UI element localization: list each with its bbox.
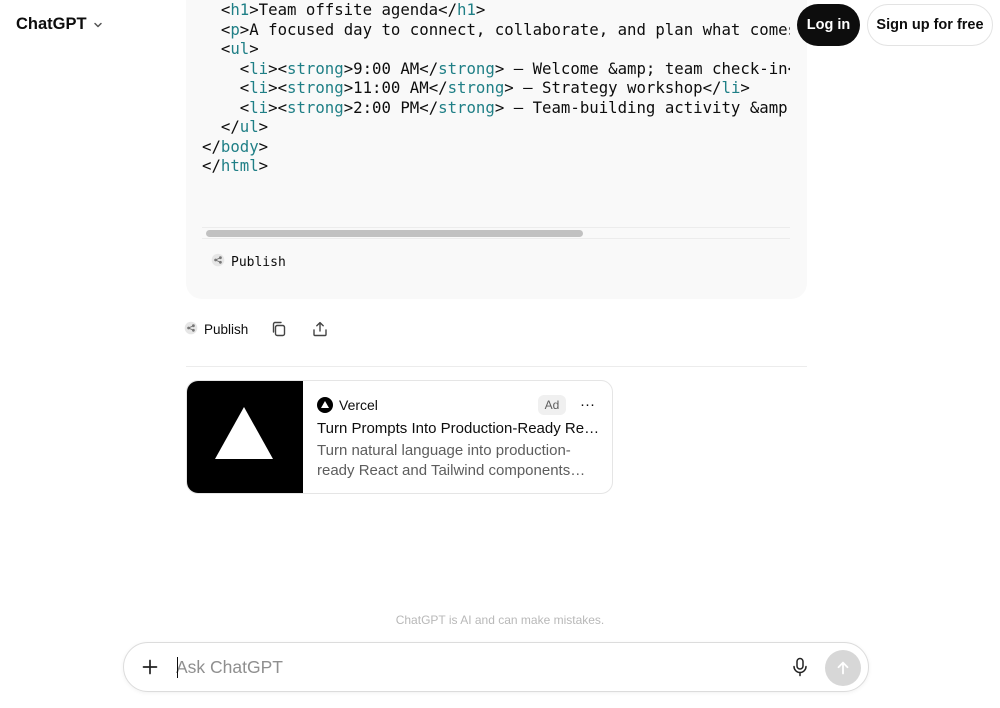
code-publish-label: Publish <box>231 254 286 270</box>
plus-icon[interactable] <box>140 657 160 677</box>
code-line: <li><strong>9:00 AM</strong> — Welcome &… <box>202 58 790 78</box>
send-button[interactable] <box>825 650 861 686</box>
horizontal-scrollbar[interactable] <box>202 227 790 239</box>
code-publish-button[interactable]: Publish <box>211 253 286 271</box>
publish-button[interactable]: Publish <box>184 321 248 338</box>
top-bar: ChatGPT Log in Sign up for free <box>0 0 1000 50</box>
chevron-down-icon <box>92 19 104 31</box>
ad-advertiser[interactable]: Vercel <box>317 397 378 413</box>
ad-badge: Ad <box>538 395 566 415</box>
brand-label: ChatGPT <box>16 15 87 33</box>
more-options-icon[interactable]: ··· <box>580 395 595 415</box>
code-line: </ul> <box>202 117 269 136</box>
sign-up-button[interactable]: Sign up for free <box>867 4 993 46</box>
code-line: <li><strong>2:00 PM</strong> — Team-buil… <box>202 97 790 117</box>
code-line: </body> <box>202 136 269 156</box>
prompt-input[interactable] <box>176 655 776 679</box>
disclaimer: ChatGPT is AI and can make mistakes. <box>395 613 605 627</box>
log-in-button[interactable]: Log in <box>797 4 860 46</box>
ad-advertiser-name: Vercel <box>339 397 378 413</box>
ad-image[interactable] <box>187 381 303 493</box>
vercel-logo-icon <box>215 407 273 459</box>
arrow-up-icon <box>837 661 849 675</box>
code-line: </html> <box>202 156 269 175</box>
text-caret <box>177 657 178 678</box>
code-line: <li><strong>11:00 AM</strong> — Strategy… <box>202 78 750 97</box>
ad-description: Turn natural language into production-re… <box>317 442 571 479</box>
ad-card[interactable]: Vercel Ad ··· Turn Prompts Into Producti… <box>186 380 613 494</box>
share-icon[interactable] <box>311 320 329 338</box>
composer <box>123 642 869 692</box>
copy-icon[interactable] <box>270 320 288 338</box>
microphone-icon[interactable] <box>790 657 810 677</box>
scrollbar-thumb[interactable] <box>206 230 583 237</box>
ad-title[interactable]: Turn Prompts Into Production-Ready Rea..… <box>317 420 602 437</box>
divider <box>186 366 807 367</box>
message-actions: Publish <box>184 318 352 340</box>
vercel-icon <box>317 397 333 413</box>
model-selector[interactable]: ChatGPT <box>16 15 104 34</box>
publish-icon <box>184 321 198 338</box>
publish-label: Publish <box>204 321 249 337</box>
publish-icon <box>211 253 225 271</box>
